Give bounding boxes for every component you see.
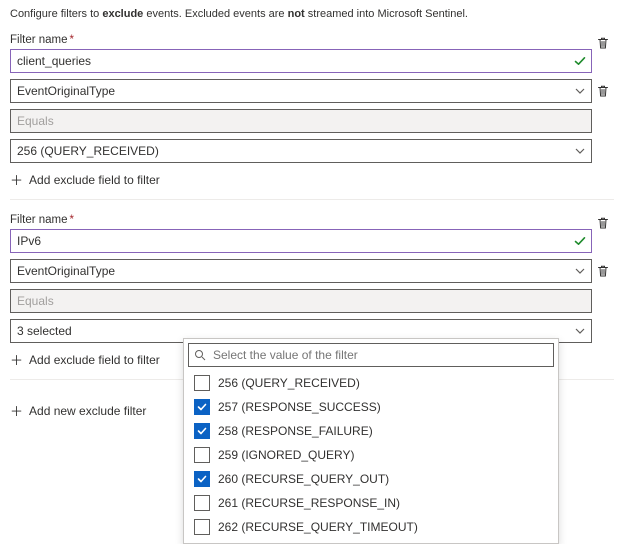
add-exclude-field-label: Add exclude field to filter xyxy=(29,353,160,367)
dropdown-option-label: 256 (QUERY_RECEIVED) xyxy=(218,376,360,390)
value-select-value: 256 (QUERY_RECEIVED) xyxy=(17,144,159,158)
field-select-value: EventOriginalType xyxy=(17,264,115,278)
description-text: Configure filters to exclude events. Exc… xyxy=(10,8,614,20)
add-new-exclude-filter-button[interactable]: ＋ Add new exclude filter xyxy=(10,402,146,420)
operator-select: Equals xyxy=(10,289,592,313)
add-exclude-field-button[interactable]: ＋ Add exclude field to filter xyxy=(10,351,160,369)
operator-select: Equals xyxy=(10,109,592,133)
dropdown-option[interactable]: 257 (RESPONSE_SUCCESS) xyxy=(184,395,558,419)
plus-icon: ＋ xyxy=(10,405,23,418)
filter-block-1: Filter name* EventOriginalType xyxy=(10,34,614,189)
value-select[interactable]: 256 (QUERY_RECEIVED) xyxy=(10,139,592,163)
add-new-exclude-filter-label: Add new exclude filter xyxy=(29,404,146,418)
trash-icon xyxy=(596,36,610,50)
field-select[interactable]: EventOriginalType xyxy=(10,79,592,103)
filter-name-input[interactable] xyxy=(10,229,592,253)
dropdown-option-label: 260 (RECURSE_QUERY_OUT) xyxy=(218,472,389,486)
plus-icon: ＋ xyxy=(10,174,23,187)
chevron-down-icon xyxy=(575,146,585,156)
delete-filter-button[interactable] xyxy=(594,214,612,232)
dropdown-option-label: 259 (IGNORED_QUERY) xyxy=(218,448,354,462)
dropdown-search-input[interactable] xyxy=(188,343,554,367)
checkbox[interactable] xyxy=(194,423,210,439)
dropdown-option[interactable]: 256 (QUERY_RECEIVED) xyxy=(184,371,558,395)
chevron-down-icon xyxy=(575,266,585,276)
filter-name-label: Filter name* xyxy=(10,34,592,46)
filter-name-label: Filter name* xyxy=(10,214,592,226)
trash-icon xyxy=(596,264,610,278)
operator-select-value: Equals xyxy=(17,114,54,128)
filter-name-input[interactable] xyxy=(10,49,592,73)
operator-select-value: Equals xyxy=(17,294,54,308)
dropdown-option-label: 257 (RESPONSE_SUCCESS) xyxy=(218,400,381,414)
filter-block-2: Filter name* EventOriginalType xyxy=(10,214,614,369)
delete-field-button[interactable] xyxy=(594,82,612,100)
add-exclude-field-button[interactable]: ＋ Add exclude field to filter xyxy=(10,171,160,189)
value-select-value: 3 selected xyxy=(17,324,72,338)
dropdown-option[interactable]: 262 (RECURSE_QUERY_TIMEOUT) xyxy=(184,515,558,539)
dropdown-option[interactable]: 259 (IGNORED_QUERY) xyxy=(184,443,558,467)
value-dropdown-panel: 256 (QUERY_RECEIVED) 257 (RESPONSE_SUCCES… xyxy=(183,338,559,544)
delete-filter-button[interactable] xyxy=(594,34,612,52)
field-select-value: EventOriginalType xyxy=(17,84,115,98)
dropdown-option-label: 262 (RECURSE_QUERY_TIMEOUT) xyxy=(218,520,418,534)
plus-icon: ＋ xyxy=(10,354,23,367)
checkbox[interactable] xyxy=(194,519,210,535)
dropdown-option[interactable]: 258 (RESPONSE_FAILURE) xyxy=(184,419,558,443)
checkbox[interactable] xyxy=(194,495,210,511)
dropdown-option[interactable]: 260 (RECURSE_QUERY_OUT) xyxy=(184,467,558,491)
dropdown-option[interactable]: 261 (RECURSE_RESPONSE_IN) xyxy=(184,491,558,515)
delete-field-button[interactable] xyxy=(594,262,612,280)
field-select[interactable]: EventOriginalType xyxy=(10,259,592,283)
dropdown-option-label: 258 (RESPONSE_FAILURE) xyxy=(218,424,373,438)
trash-icon xyxy=(596,216,610,230)
add-exclude-field-label: Add exclude field to filter xyxy=(29,173,160,187)
checkbox[interactable] xyxy=(194,447,210,463)
separator xyxy=(10,199,614,200)
checkbox[interactable] xyxy=(194,375,210,391)
checkbox[interactable] xyxy=(194,471,210,487)
chevron-down-icon xyxy=(575,86,585,96)
chevron-down-icon xyxy=(575,326,585,336)
dropdown-option-label: 261 (RECURSE_RESPONSE_IN) xyxy=(218,496,400,510)
trash-icon xyxy=(596,84,610,98)
checkbox[interactable] xyxy=(194,399,210,415)
